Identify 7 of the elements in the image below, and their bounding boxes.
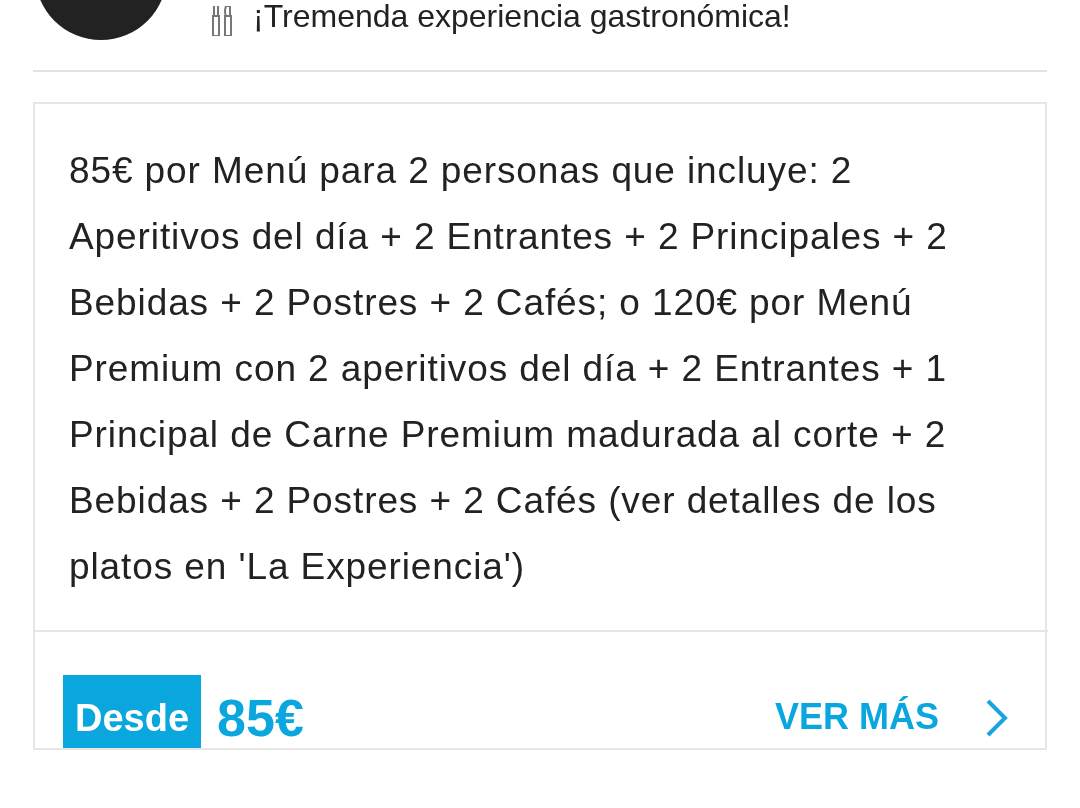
chevron-right-icon[interactable]: [985, 698, 1009, 738]
see-more-link[interactable]: VER MÁS: [774, 696, 939, 738]
price: 85€: [217, 688, 304, 748]
offer-description: 85€ por Menú para 2 personas que incluye: 2 Aperitivos del día + 2 Entrantes + 2 Principales + 2 Bebidas + 2 Postres + 2 Cafés; o 120€ por Menú Premium con 2 aperitivos del día + 2 Entrantes + 1 Principal de Carne Premium madurada al corte + 2 Bebidas + 2 Postres + 2 Cafés (ver detalles de los platos en 'La Experiencia'): [35, 104, 1048, 632]
cutlery-icon: [211, 6, 235, 36]
price-label: Desde: [63, 675, 202, 748]
review-title: ¡Tremenda experiencia gastronómica!: [253, 0, 791, 34]
